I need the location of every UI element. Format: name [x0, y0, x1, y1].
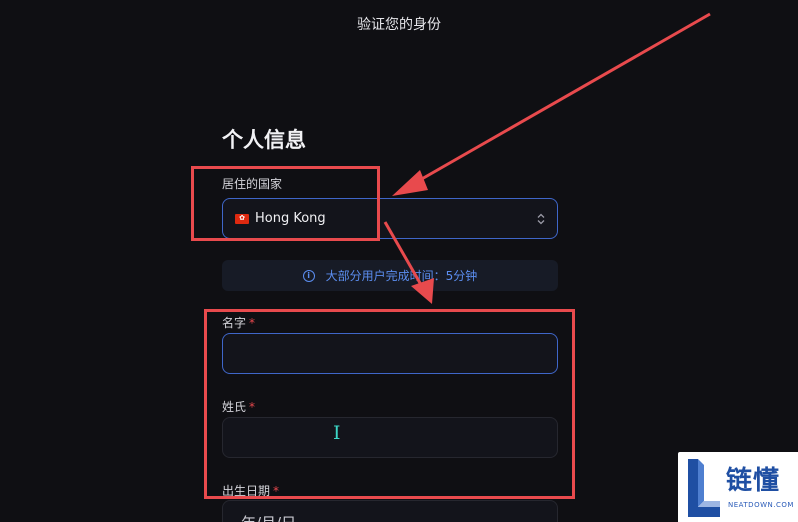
required-mark: * — [273, 484, 280, 498]
watermark: 链懂 NEATDOWN.COM — [678, 452, 798, 522]
first-name-label-text: 名字 — [222, 316, 247, 330]
required-mark: * — [249, 316, 256, 330]
page-title: 验证您的身份 — [357, 17, 441, 33]
first-name-input[interactable] — [222, 333, 558, 374]
last-name-input[interactable] — [222, 417, 558, 458]
watermark-brand: 链懂 — [726, 466, 781, 496]
watermark-domain: NEATDOWN.COM — [728, 501, 794, 509]
country-select-value: Hong Kong — [255, 211, 326, 226]
arrow-to-country-line — [405, 12, 711, 190]
last-name-label: 姓氏 * — [222, 398, 255, 415]
section-title: 个人信息 — [222, 128, 306, 152]
arrow-to-country-head — [392, 170, 428, 196]
chevron-up-down-icon — [537, 213, 545, 225]
birth-date-label-text: 出生日期 — [222, 484, 271, 498]
completion-time-notice: i 大部分用户完成时间：5分钟 — [222, 260, 558, 291]
completion-time-text: 大部分用户完成时间：5分钟 — [325, 269, 478, 283]
info-circle-icon: i — [302, 269, 315, 282]
text-cursor-icon: I — [333, 422, 341, 444]
first-name-label: 名字 * — [222, 314, 255, 331]
birth-date-input[interactable]: 年/月/日 — [222, 500, 558, 522]
country-select[interactable]: ✿ Hong Kong — [222, 198, 558, 239]
country-label-text: 居住的国家 — [222, 177, 283, 191]
birth-date-label: 出生日期 * — [222, 482, 279, 499]
birth-date-placeholder: 年/月/日 — [241, 514, 296, 522]
last-name-label-text: 姓氏 — [222, 400, 247, 414]
required-mark: * — [249, 400, 256, 414]
neatdown-logo-icon — [688, 459, 720, 517]
country-label: 居住的国家 — [222, 175, 282, 192]
hong-kong-flag-icon: ✿ — [235, 213, 249, 224]
